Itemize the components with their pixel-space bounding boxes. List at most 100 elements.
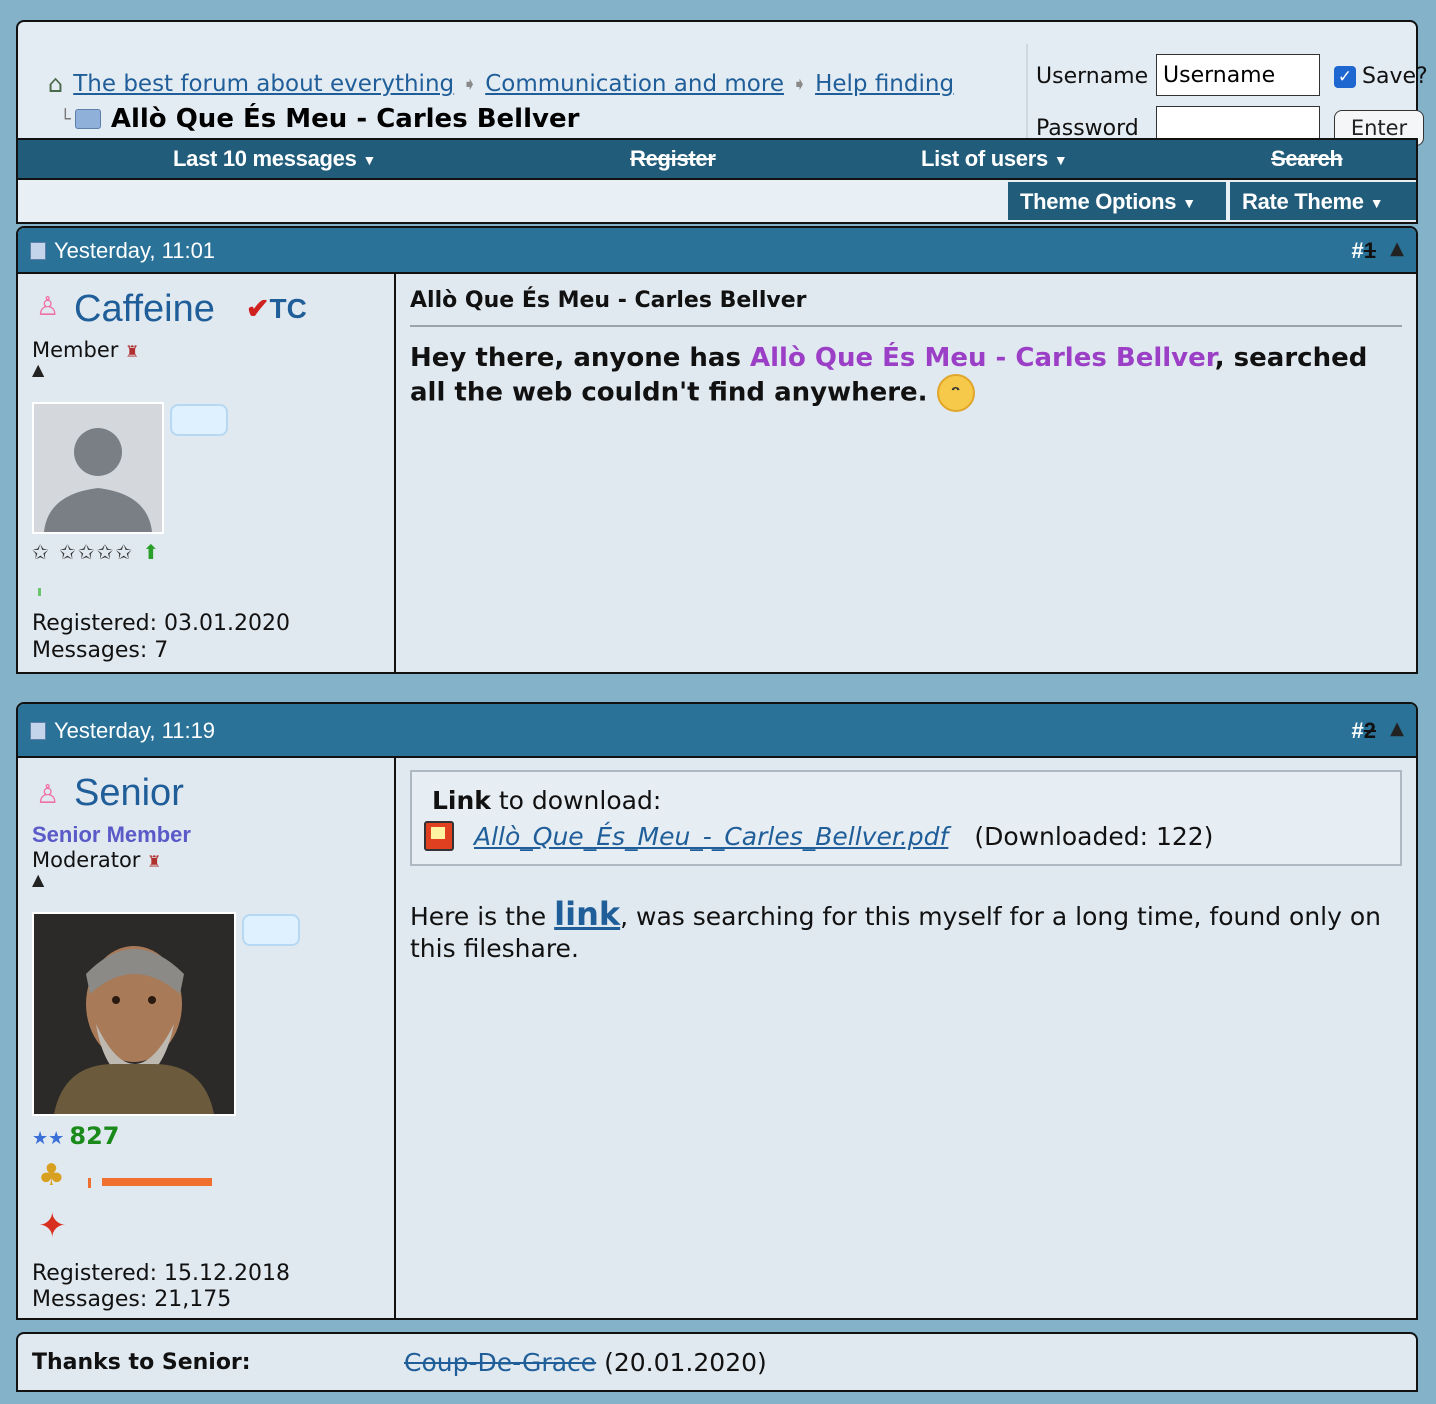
- post-number: 2: [1363, 718, 1376, 743]
- post-date: Yesterday, 11:19: [30, 718, 215, 744]
- theme-options-button[interactable]: Theme Options ▼: [1008, 182, 1226, 220]
- breadcrumb-link-forum[interactable]: The best forum about everything: [73, 71, 454, 97]
- post-document-icon: [30, 722, 46, 740]
- post-number-prefix: #: [1351, 718, 1364, 743]
- nav-search[interactable]: Search: [1271, 146, 1343, 172]
- author-rank-text: Moderator: [32, 848, 141, 872]
- attachment-file-link[interactable]: Allò_Que_És_Meu_-_Carles_Bellver.pdf: [474, 822, 948, 851]
- star-outline-icon: ✩: [32, 540, 51, 564]
- speech-bubble-icon[interactable]: [242, 914, 300, 946]
- activity-indicator: [38, 588, 41, 596]
- rank-flag-icon: ♜: [147, 852, 162, 871]
- author-rank: Member ♜: [32, 338, 139, 362]
- tree-branch-icon: └: [60, 108, 71, 130]
- post-date: Yesterday, 11:01: [30, 238, 215, 264]
- author-avatar[interactable]: [32, 402, 164, 534]
- message-count: Messages: 7: [32, 638, 169, 663]
- theme-options-label: Theme Options: [1020, 189, 1177, 214]
- author-username[interactable]: Senior: [74, 772, 184, 815]
- attachment-row: Allò_Que_És_Meu_-_Carles_Bellver.pdf (Do…: [424, 821, 1380, 851]
- save-checkbox-group[interactable]: ✓ Save?: [1334, 64, 1428, 89]
- go-to-top-icon[interactable]: ▲: [1390, 718, 1404, 739]
- collapse-arrow-icon[interactable]: ▲: [32, 870, 44, 889]
- pdf-file-icon: [424, 821, 454, 851]
- rate-theme-label: Rate Theme: [1242, 189, 1364, 214]
- download-link[interactable]: link: [554, 895, 620, 933]
- author-rank: Moderator ♜: [32, 848, 161, 872]
- post-2: Yesterday, 11:19 #2 ▲ ♙ Senior Senior Me…: [16, 702, 1418, 1320]
- warrior-avatar-icon: [34, 914, 234, 1114]
- thanks-label: Thanks to Senior:: [32, 1350, 251, 1375]
- post-date-text: Yesterday, 11:19: [54, 718, 216, 743]
- download-count: (Downloaded: 122): [974, 821, 1214, 851]
- theme-toolbar: Theme Options ▼ Rate Theme ▼: [16, 180, 1418, 224]
- attachment-label: Link to download:: [432, 786, 1380, 815]
- author-username[interactable]: Caffeine: [74, 288, 215, 331]
- speech-bubble-icon[interactable]: [170, 404, 228, 436]
- collapse-arrow-icon[interactable]: ▲: [32, 360, 44, 379]
- home-icon[interactable]: ⌂: [48, 70, 63, 98]
- post-number: 1: [1363, 238, 1376, 263]
- author-rank-text: Member: [32, 338, 119, 362]
- upvote-arrow-icon[interactable]: ⬆: [143, 540, 162, 564]
- attachment-box: Link to download: Allò_Que_És_Meu_-_Carl…: [410, 770, 1402, 866]
- rate-theme-button[interactable]: Rate Theme ▼: [1230, 182, 1416, 220]
- post-author-panel: ♙ Senior Senior Member Moderator ♜ ▲ ★★ …: [18, 758, 396, 1318]
- post-content: Link to download: Allò_Que_És_Meu_-_Carl…: [398, 758, 1416, 1318]
- trophy-award-icon: ♣: [38, 1158, 65, 1193]
- breadcrumb: ⌂ The best forum about everything ➧ Comm…: [48, 70, 954, 98]
- smiley-icon: ᵔ: [936, 374, 975, 412]
- breadcrumb-arrow-icon: ➧: [791, 73, 808, 95]
- registered-date: Registered: 03.01.2020: [32, 611, 290, 636]
- author-title: Senior Member: [32, 822, 191, 847]
- author-avatar[interactable]: [32, 912, 236, 1116]
- reputation: ★★ 827: [32, 1122, 119, 1150]
- post-header: Yesterday, 11:01 #1 ▲: [18, 228, 1416, 274]
- go-to-top-icon[interactable]: ▲: [1390, 238, 1404, 259]
- activity-progress-bar: [102, 1178, 212, 1186]
- breadcrumb-link-communication[interactable]: Communication and more: [485, 71, 784, 97]
- save-checkbox[interactable]: ✓: [1334, 65, 1356, 88]
- reputation-count: 827: [69, 1122, 120, 1150]
- post-number-link[interactable]: #1: [1352, 238, 1377, 264]
- message-count: Messages: 21,175: [32, 1287, 232, 1312]
- checkmark-icon: ✔: [246, 293, 270, 324]
- post-body-text: Hey there, anyone has: [410, 343, 750, 373]
- default-avatar-icon: [34, 404, 162, 532]
- nav-last-10-messages[interactable]: Last 10 messages ▼: [173, 146, 376, 172]
- star-outline-icon: ✩✩✩✩: [59, 540, 135, 564]
- chevron-down-icon: ▼: [1053, 152, 1068, 169]
- post-date-text: Yesterday, 11:01: [54, 238, 216, 263]
- badge-text: TC: [269, 293, 307, 324]
- breadcrumb-arrow-icon: ➧: [462, 73, 478, 95]
- page-title: Allò Que És Meu - Carles Bellver: [110, 104, 580, 134]
- post-body: Here is the link, was searching for this…: [410, 898, 1396, 965]
- post-highlight: Allò Que És Meu - Carles Bellver: [750, 343, 1215, 373]
- thanks-panel: Thanks to Senior: Coup-De-Grace (20.01.2…: [16, 1332, 1418, 1392]
- post-body-text: Here is the: [410, 902, 555, 931]
- username-label: Username: [1036, 64, 1149, 89]
- thread-title-row: └ Allò Que És Meu - Carles Bellver: [60, 104, 579, 134]
- folder-icon: [74, 109, 101, 129]
- chevron-down-icon: ▼: [1369, 195, 1384, 212]
- post-content: Allò Que És Meu - Carles Bellver Hey the…: [398, 274, 1416, 672]
- nav-register[interactable]: Register: [630, 146, 716, 172]
- post-1: Yesterday, 11:01 #1 ▲ ♙ Caffeine ✔TC Mem…: [16, 226, 1418, 674]
- rank-flag-icon: ♜: [125, 342, 140, 361]
- reputation-stars-icon: ★★: [32, 1128, 65, 1149]
- attachment-label-bold: Link: [432, 786, 491, 815]
- post-number-link[interactable]: #2: [1352, 718, 1377, 744]
- nav-list-of-users[interactable]: List of users ▼: [921, 146, 1068, 172]
- post-number-prefix: #: [1351, 238, 1364, 263]
- thanks-entry: Coup-De-Grace (20.01.2020): [404, 1348, 767, 1377]
- header-panel: ⌂ The best forum about everything ➧ Comm…: [16, 20, 1428, 158]
- activity-indicator: [88, 1178, 91, 1188]
- breadcrumb-link-help[interactable]: Help finding: [815, 71, 954, 97]
- username-input[interactable]: [1156, 54, 1320, 96]
- thanks-user-link[interactable]: Coup-De-Grace: [404, 1348, 596, 1377]
- post-title: Allò Que És Meu - Carles Bellver: [410, 288, 1402, 327]
- nav-bar: Last 10 messages ▼ Register List of users…: [16, 138, 1418, 180]
- phoenix-award-icon: ✦: [38, 1206, 67, 1246]
- post-body: Hey there, anyone has Allò Que És Meu - …: [410, 342, 1376, 412]
- registered-date: Registered: 15.12.2018: [32, 1261, 290, 1286]
